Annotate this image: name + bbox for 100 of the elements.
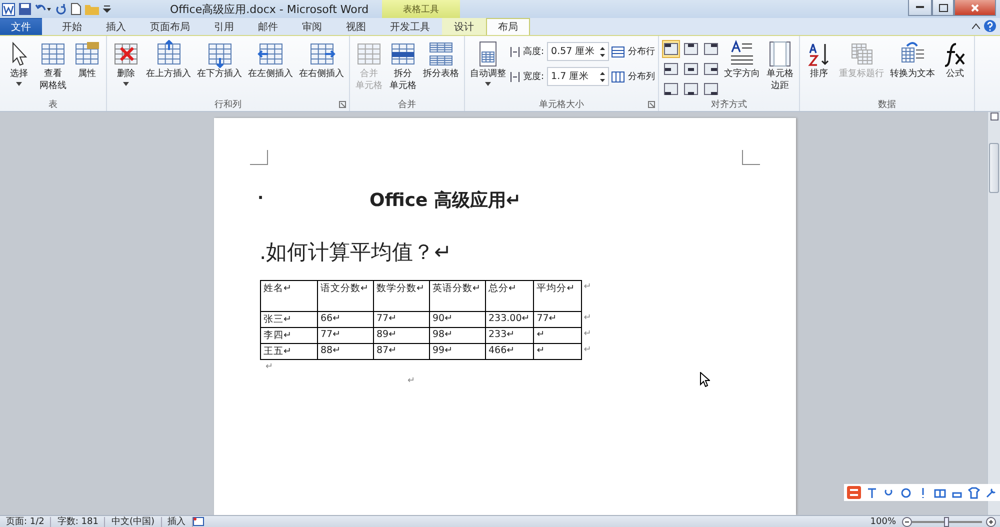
ribbon-tab[interactable]: 布局 <box>486 18 530 35</box>
ribbon-button[interactable]: 公式 <box>939 40 972 97</box>
ime-logo-icon[interactable] <box>847 486 861 499</box>
align-button[interactable] <box>702 40 720 58</box>
ribbon-button[interactable]: 拆分表格 <box>421 40 461 97</box>
redo-icon[interactable] <box>55 3 67 15</box>
table-cell: 66↵ <box>317 312 373 328</box>
ribbon-tab[interactable]: 文件 <box>0 18 42 35</box>
align-button[interactable] <box>682 60 700 78</box>
minimize-icon <box>916 6 924 9</box>
spinner-icon[interactable] <box>600 46 606 56</box>
close-button[interactable] <box>954 0 996 16</box>
size-icon <box>510 70 520 82</box>
ribbon-button[interactable]: 单元格 边距 <box>764 40 796 98</box>
ribbon-tab[interactable]: 视图 <box>334 18 378 35</box>
ribbon-button[interactable]: 文字方向 <box>722 40 762 98</box>
document-title: Office 高级应用↵ <box>370 190 522 211</box>
field-label: 高度: <box>523 46 544 58</box>
align-button[interactable] <box>662 40 680 58</box>
context-label: 表格工具 <box>403 4 439 16</box>
table-cell: 233↵ <box>485 328 534 344</box>
ribbon-button[interactable]: 排序 <box>803 40 836 97</box>
align-button[interactable] <box>662 80 680 98</box>
customize-toolbar-icon[interactable] <box>103 3 111 15</box>
caret-icon <box>485 82 491 86</box>
table-header-cell: 英语分数↵ <box>429 280 485 312</box>
spinner-icon[interactable] <box>600 72 606 82</box>
ribbon-tab[interactable]: 页面布局 <box>138 18 202 35</box>
close-icon <box>971 4 979 12</box>
table-cell: 87↵ <box>373 344 429 360</box>
ribbon-button[interactable]: 删除 <box>110 40 142 97</box>
zoom-in-icon[interactable] <box>986 516 996 526</box>
bullet: · <box>258 188 264 207</box>
word-logo-icon[interactable] <box>2 2 15 16</box>
spin-field[interactable]: 0.57 厘米 <box>547 42 610 61</box>
new-document-icon[interactable] <box>71 3 81 15</box>
corner-mark-icon <box>742 150 760 165</box>
align-button[interactable] <box>702 60 720 78</box>
ribbon-button[interactable]: 分布行 <box>611 42 656 61</box>
ime-tool-icon[interactable] <box>934 486 946 498</box>
zoom-out-icon[interactable] <box>902 516 912 526</box>
ribbon-tab[interactable]: 开发工具 <box>378 18 442 35</box>
paragraph-mark: ↵ <box>408 376 416 386</box>
ime-tool-icon[interactable] <box>968 486 980 498</box>
ribbon-button[interactable]: 在上方插入 <box>144 40 193 97</box>
ribbon-tab[interactable]: 审阅 <box>290 18 334 35</box>
spin-field[interactable]: 1.7 厘米 <box>547 67 610 86</box>
ribbon-tab[interactable]: 邮件 <box>246 18 290 35</box>
table-cell: 99↵ <box>429 344 485 360</box>
table-cell: 77↵ <box>373 312 429 328</box>
ribbon-button[interactable]: 分布列 <box>611 67 656 86</box>
table-cell: 李四↵ <box>260 328 317 344</box>
table-cell: 88↵ <box>317 344 373 360</box>
align-button[interactable] <box>702 80 720 98</box>
ribbon-button[interactable]: 查看 网格线 <box>37 40 69 97</box>
table-cell: 90↵ <box>429 312 485 328</box>
ribbon-button[interactable]: 转换为文本 <box>888 40 938 97</box>
maximize-button[interactable] <box>932 0 954 16</box>
align-button[interactable] <box>682 40 700 58</box>
macro-icon[interactable] <box>192 517 204 526</box>
ribbon-button[interactable]: 拆分 单元格 <box>387 40 419 97</box>
ribbon-tab[interactable]: 引用 <box>202 18 246 35</box>
mouse-pointer-icon <box>700 372 710 387</box>
row-end-mark: ↵ <box>581 328 593 344</box>
dialog-launcher-icon[interactable] <box>339 101 346 108</box>
field-label: 宽度: <box>523 70 544 83</box>
collapse-ribbon-icon[interactable] <box>972 23 980 29</box>
table-cell: 77↵ <box>533 312 582 328</box>
row-end-mark: ↵ <box>581 280 593 312</box>
save-icon[interactable] <box>19 3 31 15</box>
ime-tool-icon[interactable] <box>900 486 912 498</box>
distribute-columns-icon <box>611 70 626 82</box>
help-icon[interactable] <box>984 20 996 32</box>
align-button[interactable] <box>662 60 680 78</box>
ribbon-tab[interactable]: 设计 <box>442 18 486 35</box>
zoom-slider-thumb[interactable] <box>944 516 949 526</box>
ime-tool-icon[interactable] <box>866 486 878 498</box>
dialog-launcher-icon[interactable] <box>648 101 656 108</box>
ribbon-button[interactable]: 选择 <box>3 40 35 97</box>
status-item: 字数: 181 <box>51 516 106 526</box>
ribbon-button[interactable]: 在右侧插入 <box>297 40 346 97</box>
ribbon-button[interactable]: 自动调整 <box>468 40 508 97</box>
row-end-mark: ↵ <box>581 344 593 360</box>
group-label: 数据 <box>878 98 896 110</box>
ribbon-tab[interactable]: 插入 <box>94 18 138 35</box>
table-header-cell: 总分↵ <box>485 280 534 312</box>
minimize-button[interactable] <box>908 0 932 16</box>
ribbon-button[interactable]: 属性 <box>71 40 103 97</box>
align-button[interactable] <box>682 80 700 98</box>
scrollbar-thumb[interactable] <box>989 143 999 193</box>
table-cell: ↵ <box>533 328 582 344</box>
ribbon-button[interactable]: 在左侧插入 <box>246 40 295 97</box>
table-cell: 89↵ <box>373 328 429 344</box>
ribbon-tab[interactable]: 开始 <box>50 18 94 35</box>
ruler-toggle-icon[interactable] <box>990 112 998 121</box>
table-cell: ↵ <box>533 344 582 360</box>
ime-tool-icon[interactable] <box>985 486 997 498</box>
zoom-level[interactable]: 100% <box>864 516 902 526</box>
ribbon-button[interactable]: 在下方插入 <box>195 40 244 97</box>
table-header-cell: 平均分↵ <box>533 280 582 312</box>
